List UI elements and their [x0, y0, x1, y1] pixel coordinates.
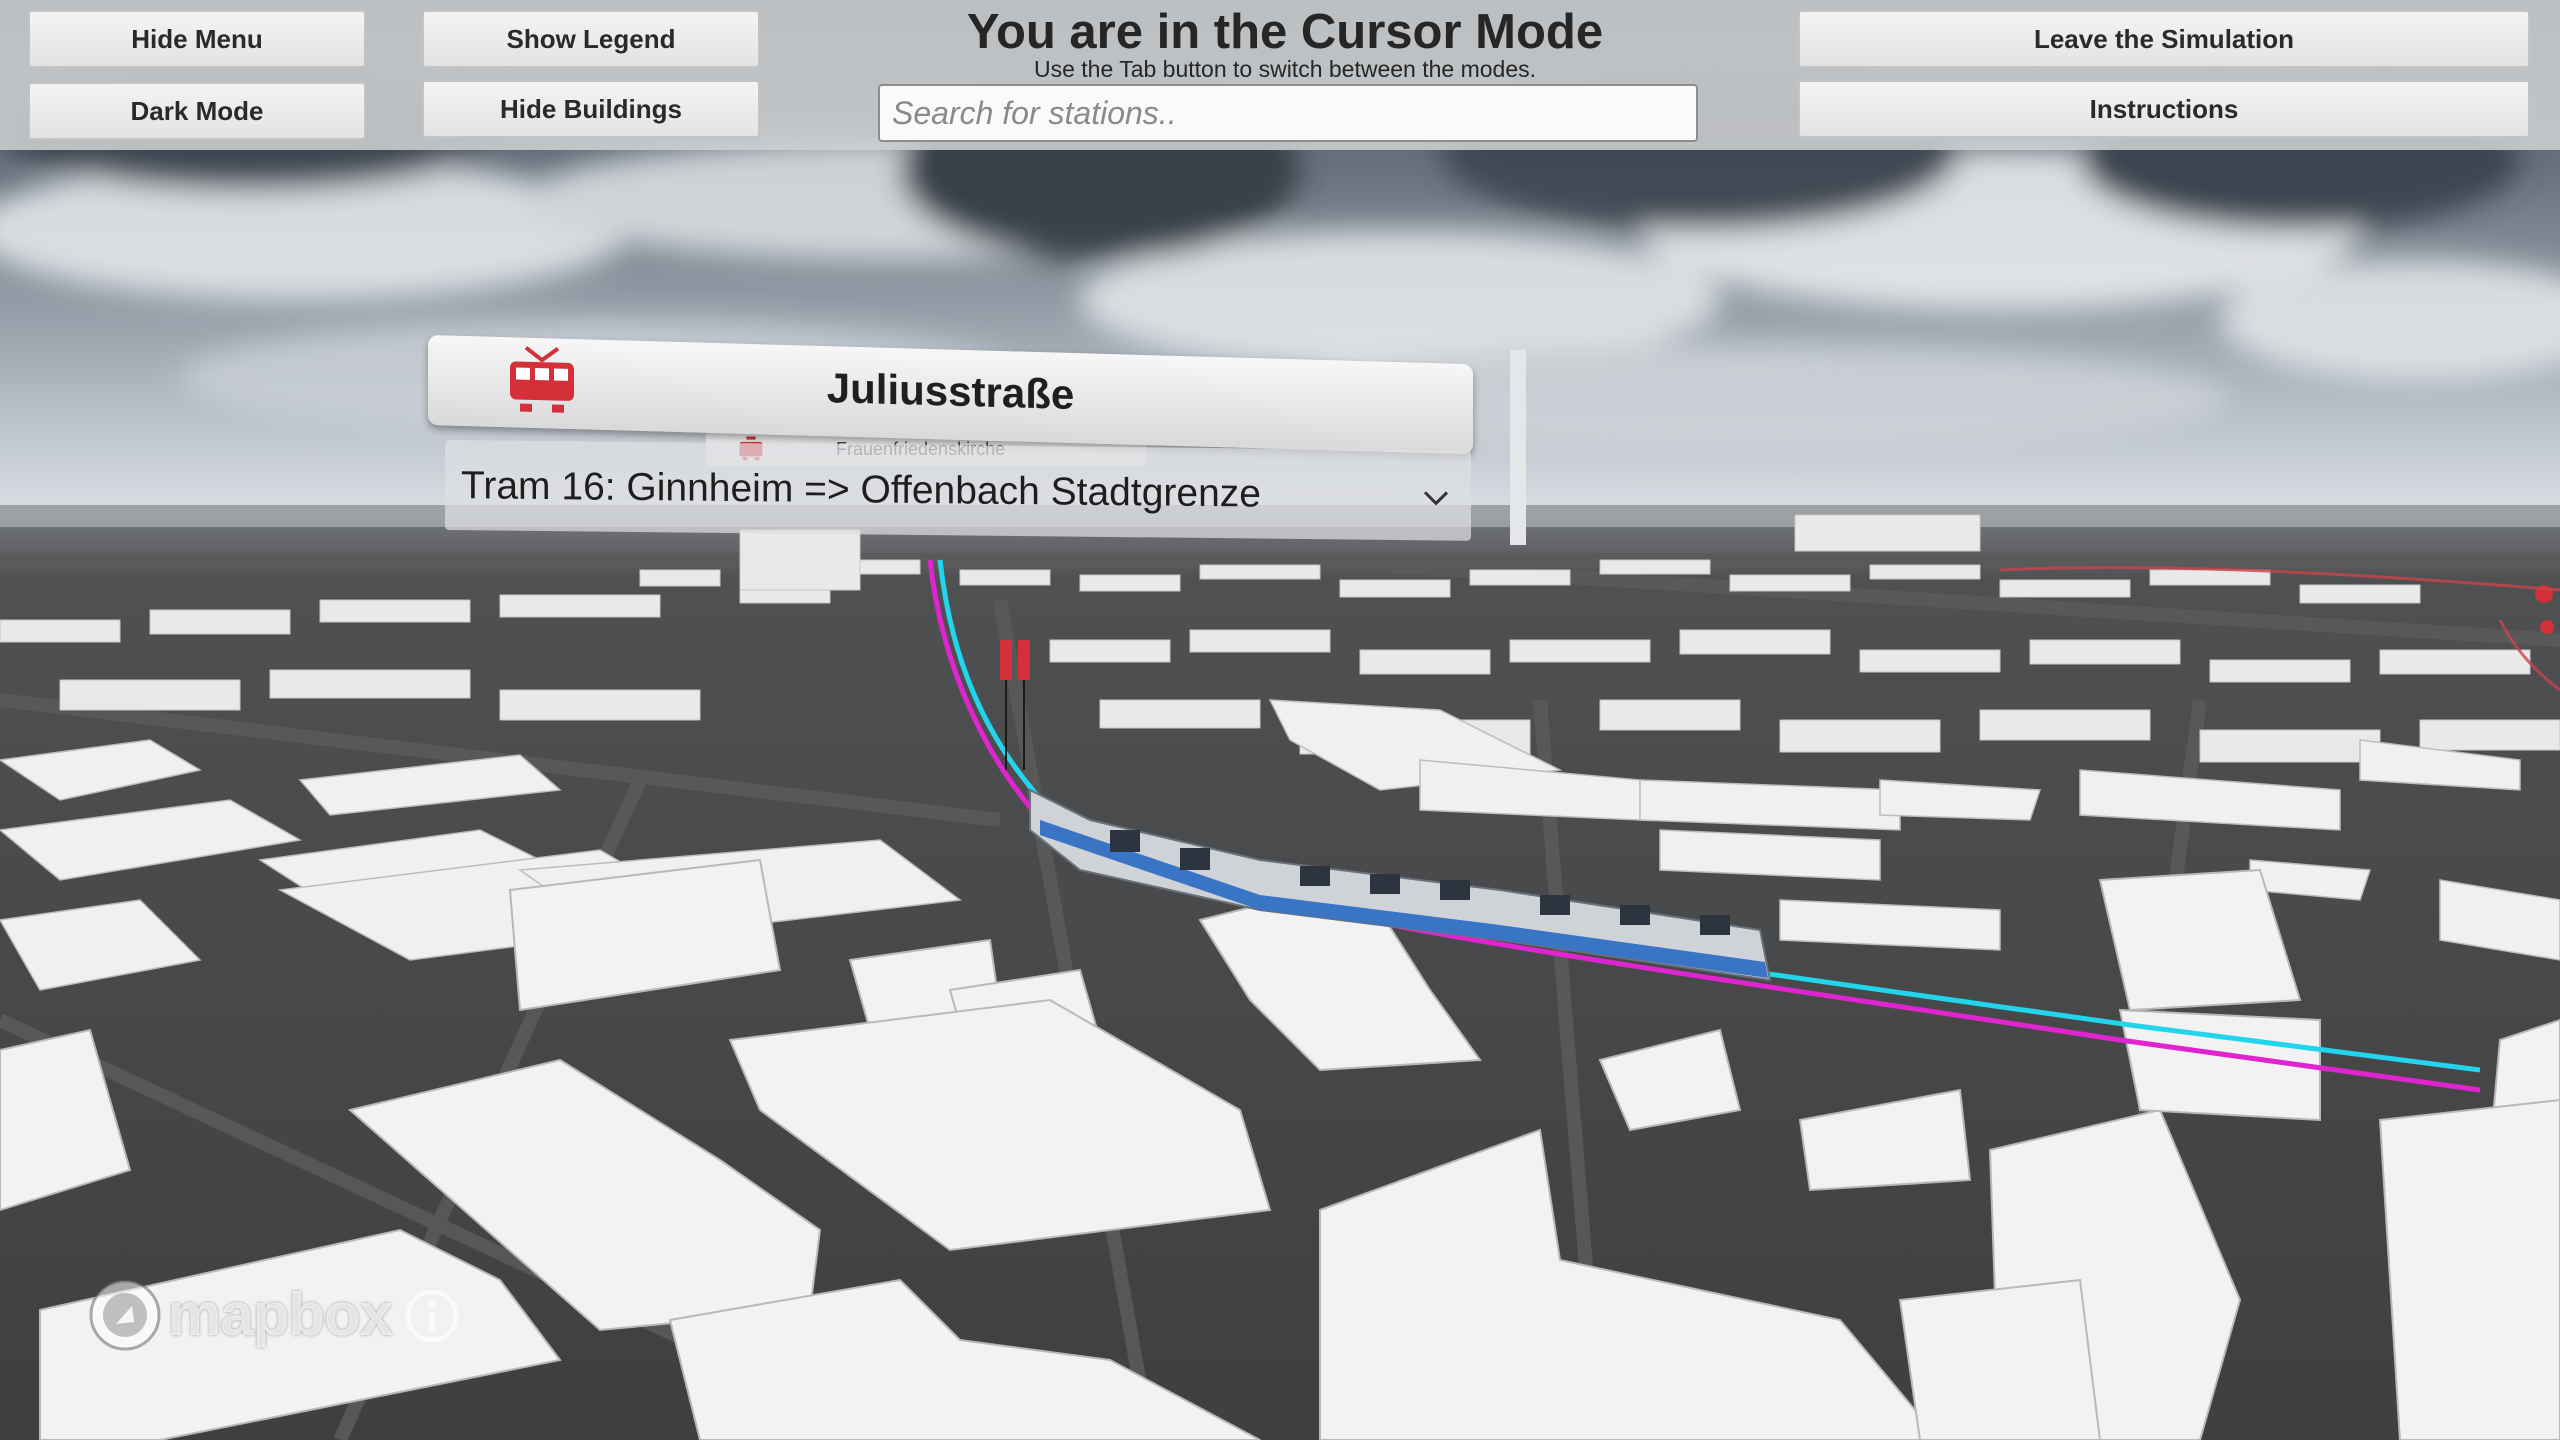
map-scene[interactable]: [0, 0, 2560, 1440]
tram-line-dropdown[interactable]: Tram 16: Ginnheim => Offenbach Stadtgren…: [445, 440, 1471, 541]
dark-mode-button[interactable]: Dark Mode: [28, 82, 366, 140]
selected-line-label: Tram 16: Ginnheim => Offenbach Stadtgren…: [461, 464, 1261, 516]
station-name: Juliusstraße: [826, 364, 1075, 419]
leave-simulation-button[interactable]: Leave the Simulation: [1798, 10, 2530, 68]
mapbox-logo-icon: [89, 1279, 161, 1351]
hide-buildings-button[interactable]: Hide Buildings: [422, 80, 760, 138]
hide-menu-button[interactable]: Hide Menu: [28, 10, 366, 68]
top-menu-bar: Hide Menu Dark Mode Show Legend Hide Bui…: [0, 0, 2560, 150]
mapbox-attribution[interactable]: mapbox: [86, 1276, 466, 1356]
instructions-button[interactable]: Instructions: [1798, 80, 2530, 138]
chevron-down-icon: [1423, 491, 1449, 506]
mapbox-wordmark: mapbox: [168, 1281, 393, 1348]
mode-subtitle: Use the Tab button to switch between the…: [1033, 56, 1537, 82]
show-legend-button[interactable]: Show Legend: [422, 10, 760, 68]
mode-title: You are in the Cursor Mode: [966, 5, 1604, 59]
info-icon[interactable]: [404, 1288, 460, 1344]
station-search-input[interactable]: [878, 84, 1698, 142]
